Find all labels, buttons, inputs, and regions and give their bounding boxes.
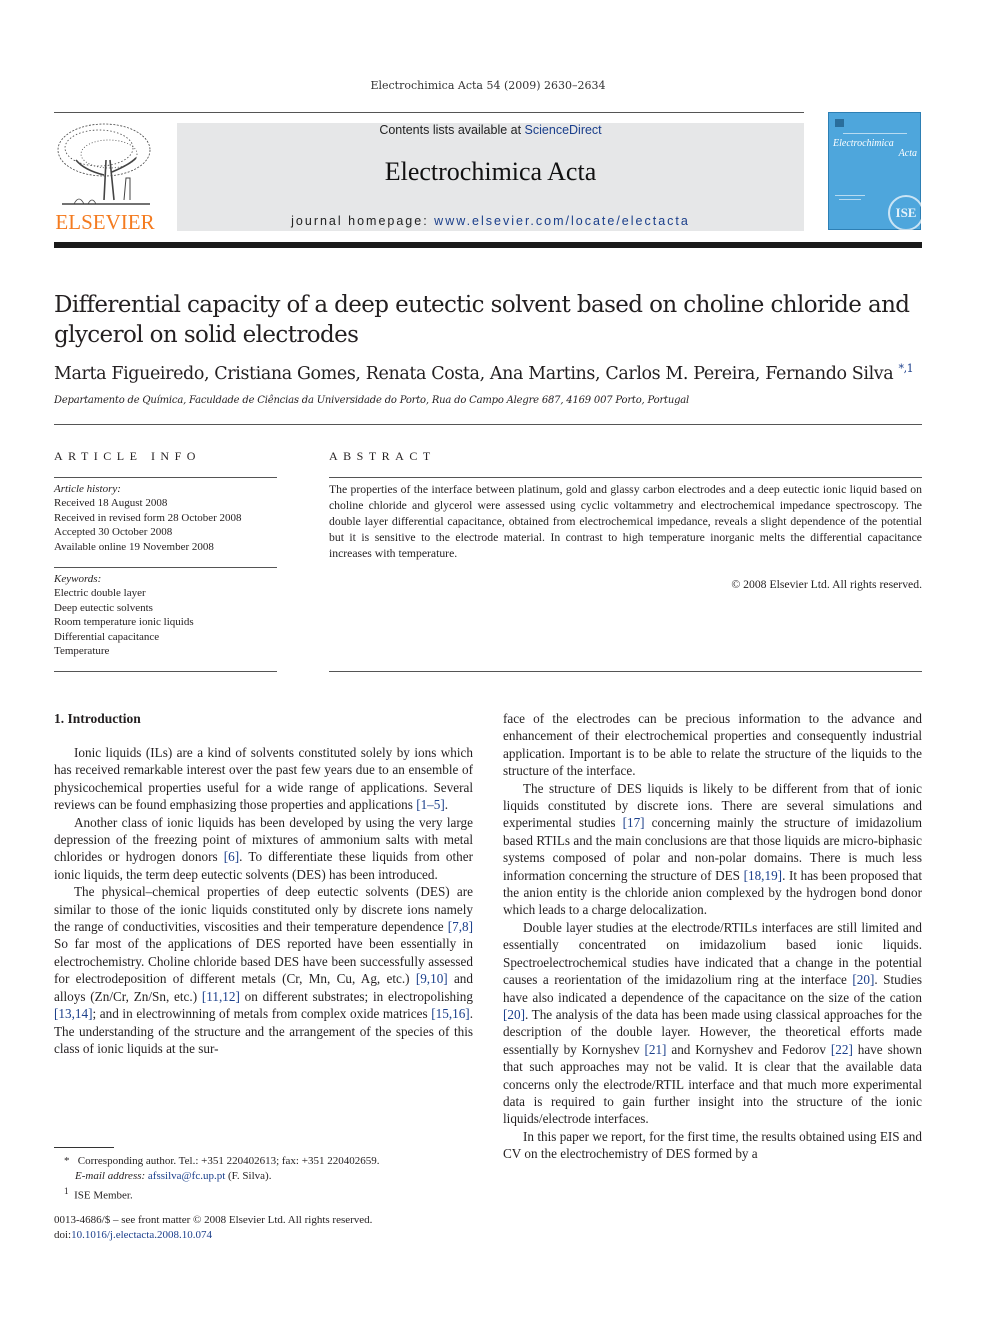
body-text: and Kornyshev and Fedorov bbox=[666, 1041, 831, 1057]
affiliation: Departamento de Química, Faculdade de Ci… bbox=[54, 395, 690, 406]
body-paragraph: Double layer studies at the electrode/RT… bbox=[503, 919, 922, 1128]
citation-link[interactable]: [11,12] bbox=[202, 989, 240, 1004]
citation-link[interactable]: [18,19] bbox=[744, 868, 782, 883]
contents-prefix: Contents lists available at bbox=[379, 123, 525, 137]
body-text: on different substrates; in electropolis… bbox=[239, 988, 473, 1004]
abstract-heading: ABSTRACT bbox=[329, 449, 436, 463]
keyword: Room temperature ionic liquids bbox=[54, 616, 194, 629]
body-paragraph: The physical–chemical properties of deep… bbox=[54, 883, 473, 1057]
citation-link[interactable]: [21] bbox=[644, 1042, 666, 1057]
citation-link[interactable]: [20] bbox=[852, 972, 874, 987]
email-label: E-mail address: bbox=[75, 1170, 148, 1182]
footnote-mark: 1 bbox=[64, 1186, 69, 1196]
article-info-rule bbox=[54, 477, 277, 478]
section-heading-introduction: 1. Introduction bbox=[54, 711, 141, 726]
body-text: ; and in electrowinning of metals from c… bbox=[92, 1006, 432, 1022]
citation-link[interactable]: [9,10] bbox=[416, 971, 448, 986]
footnote-mark: * bbox=[64, 1155, 70, 1167]
doi-link[interactable]: 10.1016/j.electacta.2008.10.074 bbox=[71, 1229, 212, 1241]
article-title: Differential capacity of a deep eutectic… bbox=[54, 292, 910, 348]
body-text: So far most of the applications of DES r… bbox=[54, 936, 473, 987]
cover-title-line2: Acta bbox=[898, 148, 917, 159]
keywords: Keywords: Electric double layer Deep eut… bbox=[54, 572, 284, 658]
doi-line: doi:10.1016/j.electacta.2008.10.074 bbox=[54, 1228, 494, 1243]
email-suffix: (F. Silva). bbox=[225, 1170, 272, 1182]
running-head: Electrochimica Acta 54 (2009) 2630–2634 bbox=[370, 79, 606, 92]
author-list: Marta Figueiredo, Cristiana Gomes, Renat… bbox=[54, 362, 924, 384]
cover-publisher-icon bbox=[835, 119, 844, 127]
body-paragraph: Ionic liquids (ILs) are a kind of solven… bbox=[54, 744, 473, 814]
cover-subtitle-line bbox=[843, 133, 907, 134]
body-text: face of the electrodes can be precious i… bbox=[503, 711, 922, 779]
authors: Marta Figueiredo, Cristiana Gomes, Renat… bbox=[54, 363, 894, 384]
keywords-label: Keywords: bbox=[54, 573, 102, 585]
keyword: Electric double layer bbox=[54, 587, 146, 600]
body-column-right: face of the electrodes can be precious i… bbox=[503, 710, 922, 1163]
citation-link[interactable]: [20] bbox=[503, 1007, 525, 1022]
journal-cover-thumbnail: Electrochimica Acta ISE bbox=[828, 112, 924, 231]
journal-homepage: journal homepage: www.elsevier.com/locat… bbox=[177, 214, 804, 228]
cover-title: Electrochimica Acta bbox=[833, 139, 917, 159]
history-item: Accepted 30 October 2008 bbox=[54, 526, 173, 539]
ise-seal-icon: ISE bbox=[888, 195, 924, 231]
abstract-rule bbox=[329, 477, 922, 478]
sciencedirect-link[interactable]: ScienceDirect bbox=[525, 123, 602, 137]
imprint: 0013-4686/$ – see front matter © 2008 El… bbox=[54, 1213, 494, 1243]
body-column-left: Ionic liquids (ILs) are a kind of solven… bbox=[54, 744, 473, 1057]
body-text: . bbox=[444, 797, 449, 813]
footnote-rule bbox=[54, 1147, 114, 1148]
body-paragraph: In this paper we report, for the first t… bbox=[503, 1128, 922, 1163]
keyword: Temperature bbox=[54, 645, 110, 658]
citation-link[interactable]: [7,8] bbox=[448, 919, 473, 934]
cover-note-line bbox=[835, 195, 865, 196]
author-footnote-marks[interactable]: *,1 bbox=[898, 362, 913, 375]
keywords-rule bbox=[54, 567, 277, 568]
footnote-member: 1 ISE Member. bbox=[54, 1184, 494, 1204]
contents-line: Contents lists available at ScienceDirec… bbox=[177, 123, 804, 137]
elsevier-wordmark: ELSEVIER bbox=[55, 210, 155, 234]
footnote-corresponding-text: Corresponding author. Tel.: +351 2204026… bbox=[77, 1155, 380, 1167]
citation-link[interactable]: [17] bbox=[623, 815, 645, 830]
history-item: Received 18 August 2008 bbox=[54, 497, 168, 510]
homepage-link[interactable]: www.elsevier.com/locate/electacta bbox=[434, 214, 690, 228]
abstract-bottom-rule bbox=[329, 671, 922, 672]
body-text: Ionic liquids (ILs) are a kind of solven… bbox=[54, 745, 473, 813]
citation-link[interactable]: [6] bbox=[224, 849, 239, 864]
email-link[interactable]: afssilva@fc.up.pt bbox=[148, 1170, 225, 1182]
footnote-corresponding: * Corresponding author. Tel.: +351 22040… bbox=[54, 1154, 494, 1169]
footnote-member-text: ISE Member. bbox=[74, 1189, 133, 1202]
article-history: Article history: Received 18 August 2008… bbox=[54, 482, 284, 554]
doi-prefix: doi: bbox=[54, 1229, 72, 1241]
body-paragraph: Another class of ionic liquids has been … bbox=[54, 814, 473, 884]
cover-note-line bbox=[839, 199, 861, 200]
abstract-copyright: © 2008 Elsevier Ltd. All rights reserved… bbox=[731, 578, 922, 591]
body-paragraph: The structure of DES liquids is likely t… bbox=[503, 780, 922, 919]
citation-link[interactable]: [22] bbox=[831, 1042, 853, 1057]
keyword: Deep eutectic solvents bbox=[54, 601, 153, 614]
citation-link[interactable]: [15,16] bbox=[431, 1006, 469, 1021]
abstract-text: The properties of the interface between … bbox=[329, 483, 922, 560]
journal-title: Electrochimica Acta bbox=[384, 157, 597, 186]
history-item: Received in revised form 28 October 2008 bbox=[54, 511, 242, 524]
body-text: In this paper we report, for the first t… bbox=[503, 1128, 922, 1162]
history-item: Available online 19 November 2008 bbox=[54, 540, 214, 553]
footnote-email: E-mail address: afssilva@fc.up.pt (F. Si… bbox=[54, 1169, 494, 1184]
header-thick-rule bbox=[54, 242, 922, 248]
citation-link[interactable]: [13,14] bbox=[54, 1006, 92, 1021]
issn-line: 0013-4686/$ – see front matter © 2008 El… bbox=[54, 1214, 373, 1226]
homepage-prefix: journal homepage: bbox=[291, 214, 435, 228]
body-text: The physical–chemical properties of deep… bbox=[54, 884, 473, 935]
article-info-heading: ARTICLE INFO bbox=[54, 449, 201, 463]
info-bottom-rule bbox=[54, 671, 277, 672]
body-paragraph: face of the electrodes can be precious i… bbox=[503, 710, 922, 780]
cover-title-line1: Electrochimica bbox=[833, 138, 894, 149]
keyword: Differential capacitance bbox=[54, 630, 160, 643]
citation-link[interactable]: [1–5] bbox=[416, 797, 445, 812]
header-rule bbox=[54, 112, 804, 113]
footnotes: * Corresponding author. Tel.: +351 22040… bbox=[54, 1154, 494, 1204]
history-label: Article history: bbox=[54, 483, 121, 495]
title-rule bbox=[54, 424, 922, 425]
